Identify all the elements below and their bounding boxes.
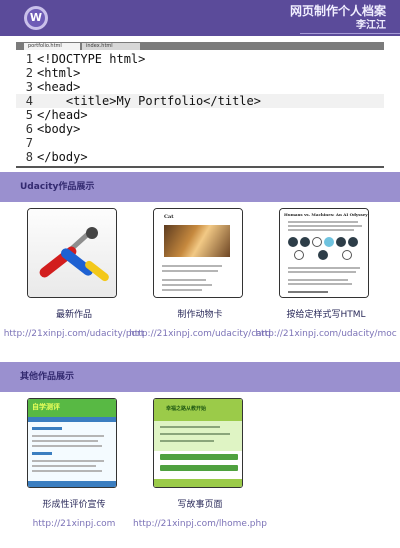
code-text: <html> xyxy=(37,66,81,80)
site-header: W 网页制作个人档案 李江江 xyxy=(0,0,400,36)
line-number: 1 xyxy=(25,52,33,66)
story-thumbnail-icon[interactable]: 幸福之路从教开始 xyxy=(153,398,243,488)
cat-card-thumbnail-icon[interactable]: Cat xyxy=(153,208,243,298)
section-title: Udacity作品展示 xyxy=(20,182,95,192)
code-text: <title>My Portfolio</title> xyxy=(37,94,261,108)
code-line: 5 </head> xyxy=(16,108,384,122)
site-author: 李江江 xyxy=(356,20,386,31)
code-line-highlighted: 4 <title>My Portfolio</title> xyxy=(16,94,384,108)
editor-tab[interactable]: index.html xyxy=(82,43,140,50)
tools-thumbnail-icon[interactable] xyxy=(27,208,117,298)
code-line: 8 </body> xyxy=(16,150,384,164)
logo-letter: W xyxy=(27,9,45,27)
story-heading: 幸福之路从教开始 xyxy=(166,406,207,412)
eval-heading: 自学测评 xyxy=(32,403,60,411)
line-number: 2 xyxy=(25,66,33,80)
code-line: 1 <!DOCTYPE html> xyxy=(16,52,384,66)
section-header-other: 其他作品展示 xyxy=(0,362,400,392)
line-number: 8 xyxy=(25,150,33,164)
code-line: 6 <body> xyxy=(16,122,384,136)
card-link[interactable]: http://21xinpj.com/lhome.php xyxy=(126,519,274,530)
editor-divider xyxy=(16,166,384,168)
code-line: 3 <head> xyxy=(16,80,384,94)
code-text: <head> xyxy=(37,80,81,94)
html-doc-heading: Humans vs. Machines: An AI Odyssey xyxy=(284,212,368,217)
code-text: <body> xyxy=(37,122,81,136)
site-title: 网页制作个人档案 xyxy=(289,4,386,18)
code-line: 7 xyxy=(16,136,384,150)
html-doc-thumbnail-icon[interactable]: Humans vs. Machines: An AI Odyssey xyxy=(279,208,369,298)
code-text: </head> xyxy=(37,108,88,122)
editor-tab[interactable]: portfolio.html xyxy=(24,43,80,50)
section-header-udacity: Udacity作品展示 xyxy=(0,172,400,202)
code-text: <!DOCTYPE html> xyxy=(37,52,146,66)
line-number: 4 xyxy=(25,94,33,108)
line-number: 7 xyxy=(25,136,33,150)
cat-card-heading: Cat xyxy=(164,214,174,220)
card-title: 写故事页面 xyxy=(177,500,223,510)
line-number: 6 xyxy=(25,122,33,136)
code-editor-screenshot: portfolio.html index.html 1 <!DOCTYPE htm… xyxy=(16,42,384,167)
code-line: 2 <html> xyxy=(16,66,384,80)
card-link[interactable]: http://21xinpj.com/udacity/moc xyxy=(252,329,400,340)
line-number: 3 xyxy=(25,80,33,94)
card-title: 按给定样式写HTML xyxy=(286,310,366,320)
section-title: 其他作品展示 xyxy=(20,372,75,382)
line-number: 5 xyxy=(25,108,33,122)
code-text: </body> xyxy=(37,150,88,164)
logo-icon[interactable]: W xyxy=(24,6,48,30)
header-divider xyxy=(300,33,400,34)
evaluation-thumbnail-icon[interactable]: 自学测评 xyxy=(27,398,117,488)
editor-tab-bar: portfolio.html index.html xyxy=(16,42,384,50)
